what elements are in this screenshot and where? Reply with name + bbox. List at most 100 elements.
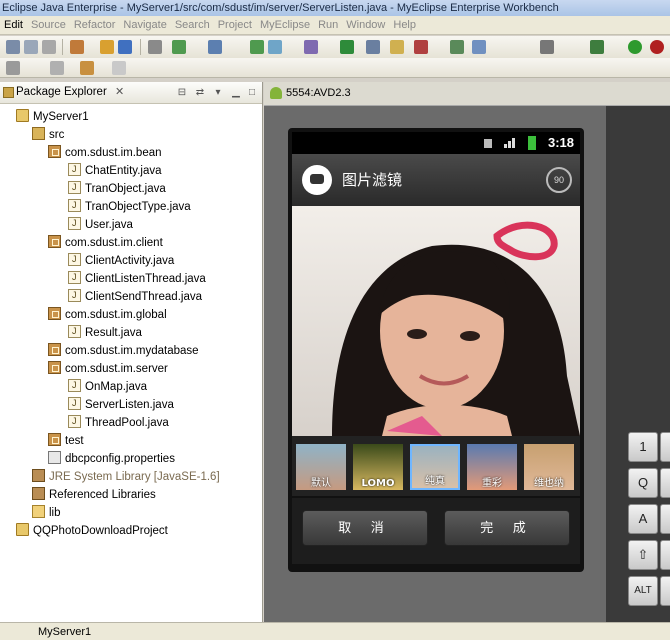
key-s-partial[interactable]	[660, 504, 670, 534]
tree-item[interactable]: Referenced Libraries	[32, 486, 156, 504]
run-icon[interactable]	[340, 40, 354, 54]
menu-refactor[interactable]: Refactor	[70, 16, 120, 35]
key-shift[interactable]: ⇧	[628, 540, 658, 570]
view-menu-icon[interactable]: ▾	[212, 87, 224, 99]
menu-bar: Edit Source Refactor Navigate Search Project M…	[0, 16, 670, 35]
open-type-icon[interactable]	[366, 40, 380, 54]
done-button[interactable]: 完 成	[444, 510, 570, 546]
source-folder-icon	[32, 127, 45, 140]
prev-edit-icon[interactable]	[50, 61, 64, 75]
tree-item[interactable]: MyServer1	[16, 108, 89, 126]
tree-item[interactable]: ClientSendThread.java	[68, 286, 202, 306]
java-file-icon	[68, 412, 81, 430]
forward-icon[interactable]	[112, 61, 126, 75]
menu-source[interactable]: Source	[27, 16, 70, 35]
tree-item-label: JRE System Library [JavaSE-1.6]	[49, 471, 220, 483]
tree-item[interactable]: lib	[32, 504, 61, 522]
tree-item-label: TranObjectType.java	[85, 201, 191, 213]
run-app-icon[interactable]	[628, 40, 642, 54]
save-icon[interactable]	[24, 40, 38, 54]
tree-item[interactable]: OnMap.java	[68, 376, 147, 396]
tree-item[interactable]: User.java	[68, 214, 133, 234]
package-explorer-title[interactable]: Package Explorer	[16, 86, 107, 98]
bug-icon[interactable]	[590, 40, 604, 54]
search-icon[interactable]	[472, 40, 486, 54]
server-icon[interactable]	[118, 40, 132, 54]
tree-item[interactable]: ChatEntity.java	[68, 160, 162, 180]
tree-item[interactable]: QQPhotoDownloadProject	[16, 522, 168, 540]
tree-item-label: com.sdust.im.mydatabase	[65, 345, 199, 357]
tree-item[interactable]: Result.java	[68, 322, 142, 342]
collapse-all-icon[interactable]: ⊟	[176, 87, 188, 99]
lock-icon[interactable]	[148, 40, 162, 54]
tree-item[interactable]: ThreadPool.java	[68, 412, 169, 432]
tree-item[interactable]: TranObjectType.java	[68, 196, 191, 216]
menu-help[interactable]: Help	[389, 16, 420, 35]
cancel-button[interactable]: 取 消	[302, 510, 428, 546]
menu-navigate[interactable]: Navigate	[119, 16, 170, 35]
stop-app-icon[interactable]	[650, 40, 664, 54]
key-2-partial[interactable]	[660, 432, 670, 462]
menu-run[interactable]: Run	[314, 16, 342, 35]
tree-item[interactable]: ClientListenThread.java	[68, 268, 206, 288]
tree-item[interactable]: com.sdust.im.bean	[48, 144, 162, 162]
next-annotation-icon[interactable]	[6, 61, 20, 75]
tree-item[interactable]: TranObject.java	[68, 178, 166, 198]
menu-search[interactable]: Search	[171, 16, 214, 35]
filter-lomo[interactable]: LOMO	[353, 444, 403, 490]
tree-item[interactable]: ServerListen.java	[68, 394, 174, 414]
link-editor-icon[interactable]: ⇄	[194, 87, 206, 99]
tree-item[interactable]: JRE System Library [JavaSE-1.6]	[32, 468, 220, 486]
filter-vivid[interactable]: 重彩	[467, 444, 517, 490]
filter-strip: 默认 LOMO 纯真 重彩 维也纳	[292, 436, 580, 496]
print-icon[interactable]	[42, 40, 56, 54]
deploy-icon[interactable]	[172, 40, 186, 54]
package-icon[interactable]	[100, 40, 114, 54]
package-icon	[48, 235, 61, 248]
maximize-icon[interactable]: □	[246, 87, 258, 99]
rotate-icon[interactable]: 90	[546, 167, 572, 193]
tree-item[interactable]: com.sdust.im.server	[48, 360, 168, 378]
tree-item[interactable]: ClientActivity.java	[68, 250, 174, 270]
tree-item-label: Result.java	[85, 327, 142, 339]
key-1[interactable]: 1	[628, 432, 658, 462]
filter-vienna[interactable]: 维也纳	[524, 444, 574, 490]
key-z-partial[interactable]	[660, 540, 670, 570]
tree-item[interactable]: src	[32, 126, 64, 144]
tree-item[interactable]: dbcpconfig.properties	[48, 450, 175, 468]
minimize-icon[interactable]: ▁	[230, 87, 242, 99]
tree-item-label: com.sdust.im.global	[65, 309, 167, 321]
tree-item[interactable]: test	[48, 432, 84, 450]
key-sym-partial[interactable]	[660, 576, 670, 606]
key-q[interactable]: Q	[628, 468, 658, 498]
tree-item-label: com.sdust.im.client	[65, 237, 163, 249]
folder-icon[interactable]	[390, 40, 404, 54]
camera-icon[interactable]	[540, 40, 554, 54]
browser-icon[interactable]	[208, 40, 222, 54]
tree-item[interactable]: com.sdust.im.client	[48, 234, 163, 252]
key-w-partial[interactable]	[660, 468, 670, 498]
filter-default[interactable]: 默认	[296, 444, 346, 490]
menu-myeclipse[interactable]: MyEclipse	[256, 16, 314, 35]
plugin-icon[interactable]	[304, 40, 318, 54]
key-a[interactable]: A	[628, 504, 658, 534]
debug-icon[interactable]	[250, 40, 264, 54]
emulator-tab[interactable]: 5554:AVD2.3	[264, 82, 670, 106]
tools-icon[interactable]	[450, 40, 464, 54]
filter-lomo-label: LOMO	[361, 478, 395, 489]
tree-item[interactable]: com.sdust.im.global	[48, 306, 167, 324]
stop-icon[interactable]	[414, 40, 428, 54]
java-file-icon	[68, 214, 81, 232]
new-icon[interactable]	[6, 40, 20, 54]
gear-icon[interactable]	[268, 40, 282, 54]
tree-item[interactable]: com.sdust.im.mydatabase	[48, 342, 199, 360]
filter-innocent[interactable]: 纯真	[410, 444, 460, 490]
wizard-icon[interactable]	[70, 40, 84, 54]
menu-edit[interactable]: Edit	[0, 16, 27, 35]
project-icon	[16, 523, 29, 536]
key-alt[interactable]: ALT	[628, 576, 658, 606]
menu-window[interactable]: Window	[342, 16, 389, 35]
close-icon[interactable]: ✕	[115, 85, 124, 98]
menu-project[interactable]: Project	[214, 16, 256, 35]
back-icon[interactable]	[80, 61, 94, 75]
